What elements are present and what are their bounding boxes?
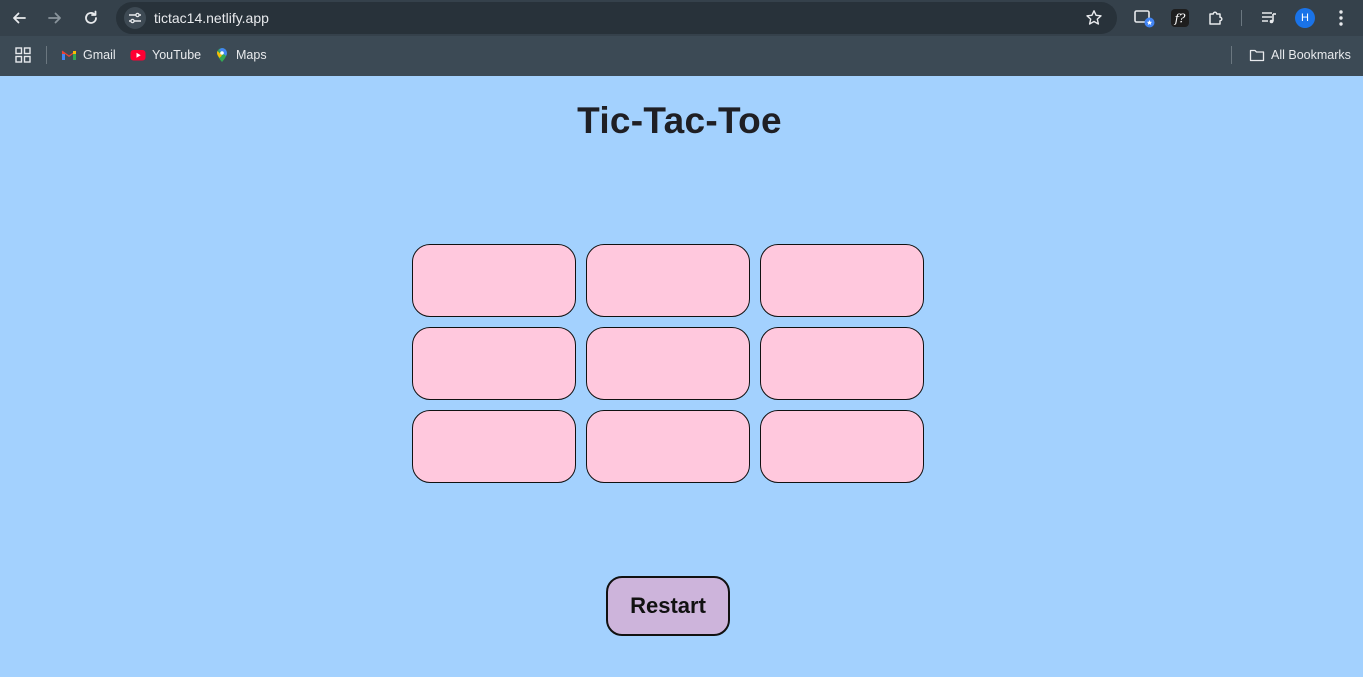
board-cell-7[interactable]	[412, 410, 576, 483]
toolbar-divider	[1241, 10, 1242, 26]
forward-button[interactable]	[43, 6, 67, 30]
board-cell-6[interactable]	[760, 327, 924, 400]
address-bar[interactable]: tictac14.netlify.app	[116, 2, 1117, 34]
bookmark-star-icon[interactable]	[1085, 9, 1103, 27]
board-cell-8[interactable]	[586, 410, 750, 483]
tune-icon	[129, 12, 141, 24]
bookmark-label: YouTube	[152, 48, 202, 62]
bookmarks-divider-right	[1231, 46, 1232, 64]
apps-grid-icon	[15, 47, 31, 63]
gmail-icon	[61, 50, 77, 60]
browser-toolbar: tictac14.netlify.app f? H	[0, 0, 1363, 36]
all-bookmarks-button[interactable]: All Bookmarks	[1249, 46, 1351, 64]
bookmark-label: Maps	[236, 48, 267, 62]
bookmark-maps[interactable]: Maps	[214, 46, 267, 64]
browser-menu-button[interactable]	[1329, 6, 1353, 30]
restart-button[interactable]: Restart	[606, 576, 730, 636]
folder-icon	[1249, 49, 1265, 62]
font-extension-button[interactable]: f?	[1168, 6, 1192, 30]
url-text[interactable]: tictac14.netlify.app	[154, 10, 269, 26]
board-cell-2[interactable]	[586, 244, 750, 317]
bookmark-youtube[interactable]: YouTube	[130, 46, 201, 64]
bookmark-label: Gmail	[83, 48, 116, 62]
board-cell-1[interactable]	[412, 244, 576, 317]
board-cell-9[interactable]	[760, 410, 924, 483]
extensions-button[interactable]	[1204, 6, 1228, 30]
game-board	[412, 244, 924, 483]
reload-button[interactable]	[79, 6, 103, 30]
profile-avatar[interactable]: H	[1295, 8, 1315, 28]
maps-icon	[217, 48, 227, 62]
browser-chrome: tictac14.netlify.app f? H Gmail YouTube …	[0, 0, 1363, 76]
arrow-right-icon	[48, 12, 61, 24]
font-icon: f?	[1171, 9, 1189, 27]
back-button[interactable]	[7, 6, 31, 30]
board-cell-3[interactable]	[760, 244, 924, 317]
page-content: Tic-Tac-Toe Restart	[0, 76, 1363, 677]
reload-icon	[85, 10, 97, 24]
page-title: Tic-Tac-Toe	[577, 100, 782, 141]
bookmarks-bar: Gmail YouTube Maps All Bookmarks	[0, 36, 1363, 76]
cast-extension-button[interactable]	[1132, 6, 1156, 30]
youtube-icon	[130, 50, 146, 61]
more-vertical-icon	[1339, 10, 1343, 26]
puzzle-icon	[1209, 11, 1223, 25]
svg-text:f?: f?	[1174, 12, 1186, 26]
screen-share-icon	[1134, 10, 1155, 28]
site-info-button[interactable]	[124, 7, 146, 29]
queue-music-icon	[1262, 12, 1276, 24]
all-bookmarks-label: All Bookmarks	[1271, 48, 1351, 62]
apps-button[interactable]	[15, 46, 31, 64]
board-cell-4[interactable]	[412, 327, 576, 400]
bookmark-gmail[interactable]: Gmail	[61, 46, 116, 64]
media-controls-button[interactable]	[1257, 6, 1281, 30]
bookmarks-divider	[46, 46, 47, 64]
board-cell-5[interactable]	[586, 327, 750, 400]
arrow-left-icon	[13, 12, 26, 24]
